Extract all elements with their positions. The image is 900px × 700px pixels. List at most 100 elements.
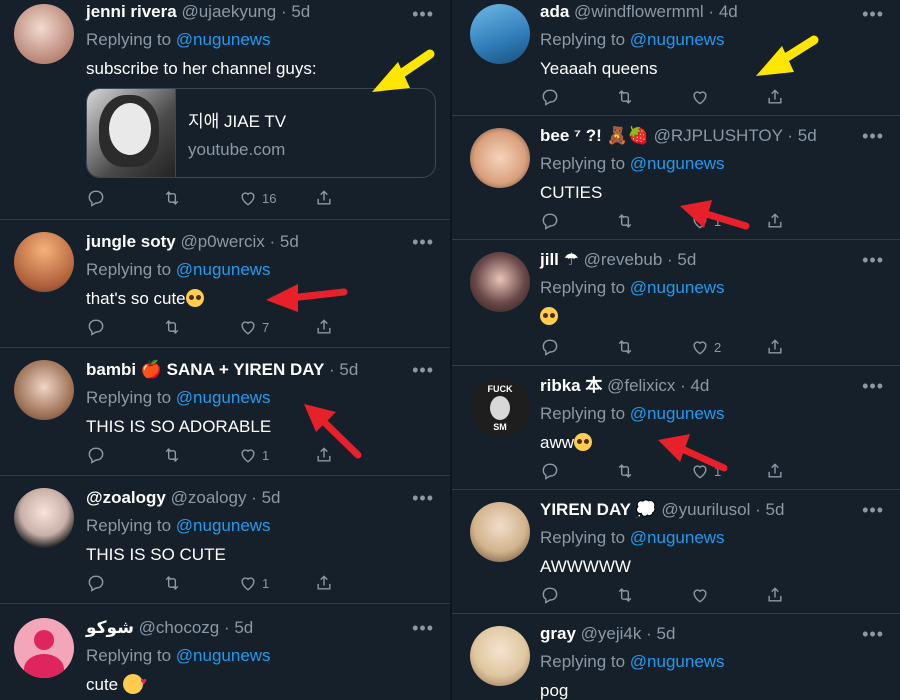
mention-link[interactable]: @nugunews — [176, 516, 271, 535]
retweet-button[interactable] — [162, 572, 238, 594]
display-name[interactable]: ada — [540, 2, 569, 21]
handle[interactable]: @p0wercix — [180, 232, 264, 251]
timestamp[interactable]: 5d — [234, 618, 253, 637]
tweet[interactable]: bambi 🍎 SANA + YIREN DAY · 5d Replying t… — [0, 348, 450, 476]
avatar[interactable] — [14, 488, 74, 548]
avatar[interactable] — [470, 128, 530, 188]
display-name[interactable]: bee ⁷ ?! 🧸🍓 — [540, 126, 649, 145]
more-icon[interactable]: ••• — [862, 624, 884, 645]
retweet-button[interactable] — [162, 316, 238, 338]
more-icon[interactable]: ••• — [862, 500, 884, 521]
reply-button[interactable] — [540, 460, 615, 482]
more-icon[interactable]: ••• — [412, 4, 434, 25]
avatar[interactable] — [14, 4, 74, 64]
more-icon[interactable]: ••• — [412, 488, 434, 509]
more-icon[interactable]: ••• — [862, 250, 884, 271]
display-name[interactable]: شوكو — [86, 618, 134, 637]
display-name[interactable]: jungle soty — [86, 232, 176, 251]
mention-link[interactable]: @nugunews — [630, 278, 725, 297]
like-button[interactable] — [690, 584, 765, 606]
reply-button[interactable] — [540, 584, 615, 606]
handle[interactable]: @ujaekyung — [181, 2, 276, 21]
display-name[interactable]: jenni rivera — [86, 2, 177, 21]
tweet[interactable]: jill ☂ @revebub · 5d Replying to @nugune… — [452, 240, 900, 366]
tweet[interactable]: شوكو @chocozg · 5d Replying to @nugunews… — [0, 604, 450, 700]
share-button[interactable] — [765, 460, 840, 482]
reply-button[interactable] — [540, 86, 615, 108]
share-button[interactable] — [765, 336, 840, 358]
mention-link[interactable]: @nugunews — [630, 30, 725, 49]
avatar[interactable] — [470, 502, 530, 562]
like-button[interactable]: 1 — [690, 460, 765, 482]
retweet-button[interactable] — [615, 86, 690, 108]
display-name[interactable]: ribka 本 — [540, 376, 602, 395]
tweet[interactable]: jungle soty @p0wercix · 5d Replying to @… — [0, 220, 450, 348]
tweet[interactable]: FUCK SM ribka 本 @felixicx · 4d Replying … — [452, 366, 900, 490]
timestamp[interactable]: 5d — [677, 250, 696, 269]
mention-link[interactable]: @nugunews — [630, 652, 725, 671]
handle[interactable]: @yuurilusol — [661, 500, 750, 519]
timestamp[interactable]: 5d — [262, 488, 281, 507]
handle[interactable]: @yeji4k — [581, 624, 642, 643]
handle[interactable]: @revebub — [584, 250, 663, 269]
timestamp[interactable]: 4d — [690, 376, 709, 395]
retweet-button[interactable] — [615, 210, 690, 232]
display-name[interactable]: @zoalogy — [86, 488, 166, 507]
share-button[interactable] — [765, 210, 840, 232]
mention-link[interactable]: @nugunews — [176, 646, 271, 665]
like-button[interactable] — [690, 86, 765, 108]
mention-link[interactable]: @nugunews — [176, 388, 271, 407]
more-icon[interactable]: ••• — [412, 232, 434, 253]
avatar[interactable] — [470, 626, 530, 686]
avatar[interactable] — [470, 252, 530, 312]
like-button[interactable]: 7 — [238, 316, 314, 338]
mention-link[interactable]: @nugunews — [630, 154, 725, 173]
retweet-button[interactable] — [615, 460, 690, 482]
handle[interactable]: @RJPLUSHTOY — [654, 126, 783, 145]
handle[interactable]: @windflowermml — [574, 2, 704, 21]
share-button[interactable] — [314, 187, 390, 209]
more-icon[interactable]: ••• — [412, 360, 434, 381]
mention-link[interactable]: @nugunews — [630, 528, 725, 547]
mention-link[interactable]: @nugunews — [630, 404, 725, 423]
tweet[interactable]: jenni rivera @ujaekyung · 5d Replying to… — [0, 0, 450, 220]
reply-button[interactable] — [86, 444, 162, 466]
reply-button[interactable] — [540, 336, 615, 358]
tweet[interactable]: gray @yeji4k · 5d Replying to @nugunews … — [452, 614, 900, 700]
avatar[interactable] — [14, 232, 74, 292]
mention-link[interactable]: @nugunews — [176, 260, 271, 279]
share-button[interactable] — [314, 444, 390, 466]
display-name[interactable]: jill ☂ — [540, 250, 579, 269]
tweet[interactable]: ada @windflowermml · 4d Replying to @nug… — [452, 0, 900, 116]
like-button[interactable]: 16 — [238, 187, 314, 209]
handle[interactable]: @chocozg — [139, 618, 220, 637]
retweet-button[interactable] — [162, 187, 238, 209]
more-icon[interactable]: ••• — [412, 618, 434, 639]
avatar[interactable] — [14, 618, 74, 678]
display-name[interactable]: bambi 🍎 SANA + YIREN DAY — [86, 360, 324, 379]
share-button[interactable] — [765, 86, 840, 108]
share-button[interactable] — [314, 572, 390, 594]
tweet[interactable]: YIREN DAY 💭 @yuurilusol · 5d Replying to… — [452, 490, 900, 614]
timestamp[interactable]: 5d — [798, 126, 817, 145]
like-button[interactable]: 2 — [690, 336, 765, 358]
mention-link[interactable]: @nugunews — [176, 30, 271, 49]
timestamp[interactable]: 5d — [291, 2, 310, 21]
avatar[interactable] — [470, 4, 530, 64]
like-button[interactable]: 1 — [238, 444, 314, 466]
reply-button[interactable] — [540, 210, 615, 232]
handle[interactable]: @zoalogy — [171, 488, 247, 507]
timestamp[interactable]: 5d — [280, 232, 299, 251]
link-card[interactable]: 지애 JIAE TV youtube.com — [86, 88, 436, 178]
timestamp[interactable]: 5d — [657, 624, 676, 643]
retweet-button[interactable] — [162, 444, 238, 466]
more-icon[interactable]: ••• — [862, 376, 884, 397]
reply-button[interactable] — [86, 572, 162, 594]
display-name[interactable]: gray — [540, 624, 576, 643]
share-button[interactable] — [314, 316, 390, 338]
handle[interactable]: @felixicx — [607, 376, 675, 395]
avatar[interactable] — [14, 360, 74, 420]
more-icon[interactable]: ••• — [862, 4, 884, 25]
like-button[interactable]: 1 — [690, 210, 765, 232]
timestamp[interactable]: 5d — [339, 360, 358, 379]
